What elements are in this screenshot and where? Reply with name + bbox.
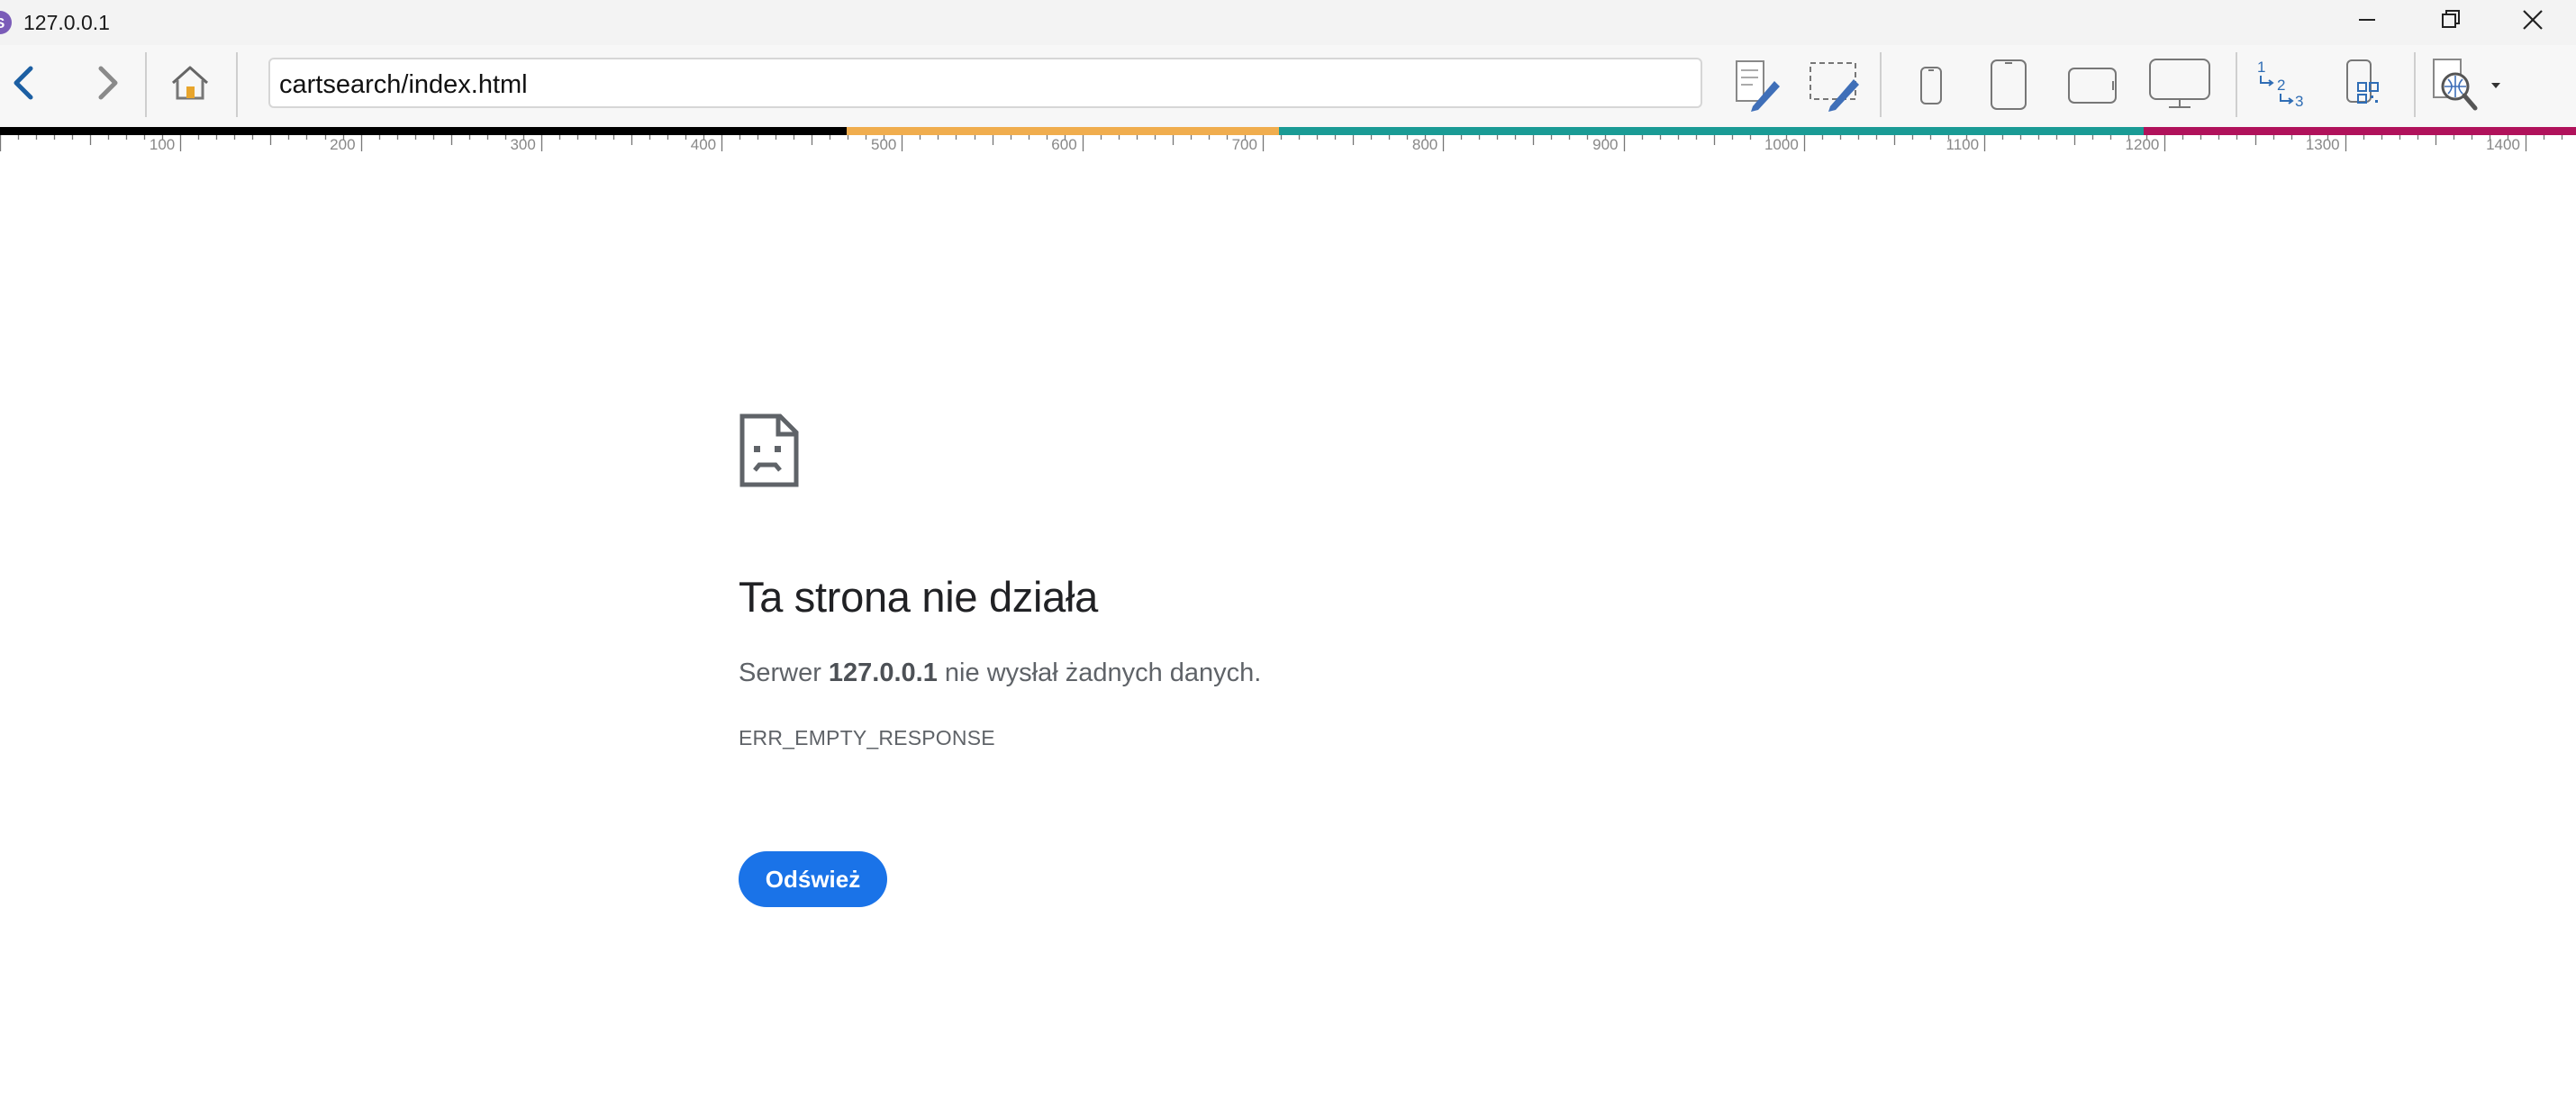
toolbar-separator xyxy=(2414,52,2416,117)
reload-button[interactable]: Odśwież xyxy=(739,851,887,907)
svg-text:S: S xyxy=(0,16,5,32)
ruler-label: 600 xyxy=(1051,136,1076,153)
ruler-label: 700 xyxy=(1232,136,1257,153)
address-bar[interactable]: cartsearch/index.html xyxy=(268,58,1702,108)
inspect-search-button[interactable] xyxy=(2430,56,2506,114)
qr-code-phone-button[interactable] xyxy=(2340,58,2383,112)
svg-text:1: 1 xyxy=(2257,59,2265,76)
home-button[interactable] xyxy=(169,63,211,103)
error-message-prefix: Serwer xyxy=(739,658,829,687)
pixel-ruler: 100 200 300 400 500 600 700 800 900 1000 1100 1200 1… xyxy=(0,135,2576,168)
restore-button[interactable] xyxy=(2408,0,2491,41)
device-width-color-strip xyxy=(0,127,2576,135)
minimize-button[interactable] xyxy=(2326,0,2408,41)
phone-portrait-button[interactable] xyxy=(1917,65,1946,106)
ruler-label: 800 xyxy=(1412,136,1438,153)
ruler-label: 200 xyxy=(330,136,355,153)
minimize-icon xyxy=(2359,19,2375,21)
app-icon: S xyxy=(0,11,12,34)
edit-selection-button[interactable] xyxy=(1807,58,1863,112)
error-host: 127.0.0.1 xyxy=(828,658,938,687)
forward-arrow-icon xyxy=(98,66,118,100)
qr-code-phone-icon xyxy=(2346,59,2379,104)
error-message: Serwer 127.0.0.1 nie wysłał żadnych dany… xyxy=(739,656,1261,690)
error-code: ERR_EMPTY_RESPONSE xyxy=(739,726,995,749)
edit-page-button[interactable] xyxy=(1731,58,1783,112)
error-title: Ta strona nie działa xyxy=(739,573,1098,621)
strip-segment-phone xyxy=(0,127,847,135)
restore-icon xyxy=(2442,10,2460,28)
ruler-label: 1000 xyxy=(1764,136,1799,153)
ruler-label: 400 xyxy=(691,136,716,153)
strip-segment-laptop xyxy=(1279,127,2144,135)
home-icon xyxy=(171,66,209,100)
ruler-label: 1400 xyxy=(2486,136,2520,153)
toolbar-separator xyxy=(145,52,147,117)
strip-segment-tablet xyxy=(847,127,1279,135)
ruler-label: 900 xyxy=(1592,136,1618,153)
window-title: 127.0.0.1 xyxy=(23,11,110,34)
ruler-label: 100 xyxy=(150,136,175,153)
toolbar-separator xyxy=(236,52,238,117)
numbered-steps-button[interactable]: 1 2 3 xyxy=(2252,56,2309,112)
tablet-landscape-button[interactable] xyxy=(2066,65,2118,106)
svg-text:3: 3 xyxy=(2295,93,2303,110)
numbered-steps-icon: 1 2 3 xyxy=(2257,59,2303,110)
sad-document-icon xyxy=(739,413,799,487)
ruler-label: 1200 xyxy=(2126,136,2160,153)
back-arrow-icon xyxy=(14,66,33,100)
desktop-icon xyxy=(2149,59,2210,108)
ruler-label: 1300 xyxy=(2306,136,2340,153)
inspect-search-icon xyxy=(2433,59,2500,111)
ruler-label: 1100 xyxy=(1946,136,1980,153)
tablet-landscape-icon xyxy=(2068,68,2117,104)
phone-portrait-icon xyxy=(1920,67,1942,104)
forward-button[interactable] xyxy=(90,63,130,103)
toolbar-separator xyxy=(1880,52,1882,117)
address-text[interactable]: cartsearch/index.html xyxy=(279,70,528,99)
close-icon xyxy=(2523,10,2543,30)
ruler-label: 300 xyxy=(510,136,535,153)
back-button[interactable] xyxy=(4,63,43,103)
tablet-portrait-button[interactable] xyxy=(1989,58,2028,112)
desktop-button[interactable] xyxy=(2147,56,2212,112)
ruler-label: 500 xyxy=(871,136,896,153)
edit-page-icon xyxy=(1736,60,1780,112)
close-button[interactable] xyxy=(2491,0,2574,41)
svg-text:2: 2 xyxy=(2277,77,2285,94)
title-bar: S 127.0.0.1 xyxy=(0,0,2576,45)
edit-selection-icon xyxy=(1810,62,1859,112)
tablet-portrait-icon xyxy=(1991,59,2027,110)
strip-segment-desktop xyxy=(2144,127,2576,135)
error-message-suffix: nie wysłał żadnych danych. xyxy=(937,658,1262,687)
toolbar-separator xyxy=(2236,52,2237,117)
